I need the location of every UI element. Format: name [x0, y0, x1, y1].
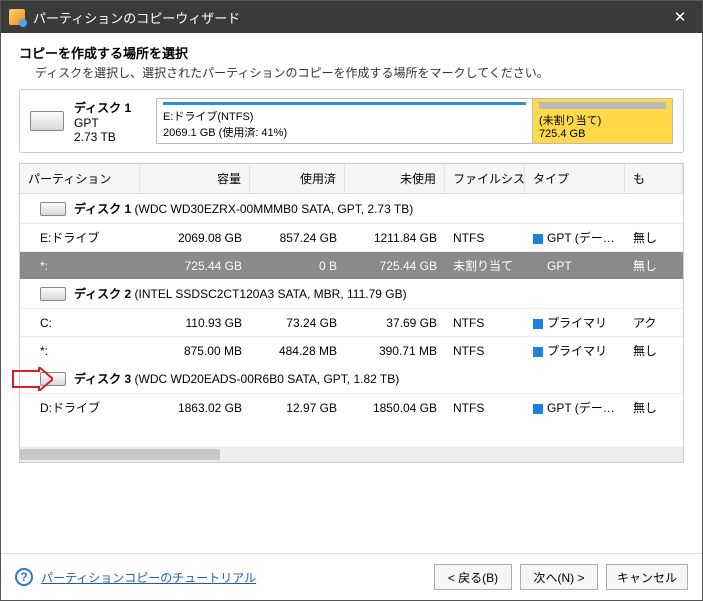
- scrollbar-thumb[interactable]: [20, 449, 220, 460]
- summary-disk-size: 2.73 TB: [74, 130, 146, 144]
- cell-free: 390.71 MB: [345, 344, 445, 358]
- cell-extra: 無し: [625, 257, 683, 274]
- cell-free: 1211.84 GB: [345, 231, 445, 245]
- group-title-bold: ディスク 2: [74, 287, 135, 301]
- partition-row[interactable]: D:ドライブ1863.02 GB12.97 GB1850.04 GBNTFSGP…: [20, 393, 683, 421]
- col-partition[interactable]: パーティション: [20, 164, 140, 193]
- cell-partition: *:: [20, 344, 140, 358]
- cell-capacity: 2069.08 GB: [140, 231, 250, 245]
- group-title-rest: (WDC WD30EZRX-00MMMB0 SATA, GPT, 2.73 TB…: [135, 202, 414, 216]
- cell-filesystem: NTFS: [445, 231, 525, 245]
- segment-detail: 725.4 GB: [539, 128, 666, 140]
- help-icon[interactable]: ?: [15, 568, 33, 586]
- pointer-arrow-icon: [11, 367, 53, 391]
- cell-capacity: 1863.02 GB: [140, 401, 250, 415]
- disk-summary-panel: ディスク 1 GPT 2.73 TB E:ドライブ(NTFS) 2069.1 G…: [19, 89, 684, 153]
- cell-used: 73.24 GB: [250, 316, 345, 330]
- col-extra[interactable]: も: [625, 164, 683, 193]
- summary-disk-scheme: GPT: [74, 116, 146, 130]
- cell-extra: 無し: [625, 229, 683, 246]
- cell-used: 12.97 GB: [250, 401, 345, 415]
- disk-group-header[interactable]: ディスク 2 (INTEL SSDSC2CT120A3 SATA, MBR, 1…: [20, 279, 683, 308]
- cell-type: GPT: [525, 259, 625, 273]
- cell-used: 484.28 MB: [250, 344, 345, 358]
- type-color-icon: [533, 234, 543, 244]
- disk-icon: [40, 287, 66, 301]
- cell-free: 1850.04 GB: [345, 401, 445, 415]
- disk-icon: [40, 202, 66, 216]
- cell-extra: アク: [625, 314, 683, 331]
- page-title: コピーを作成する場所を選択: [19, 43, 684, 62]
- cell-used: 857.24 GB: [250, 231, 345, 245]
- horizontal-scrollbar[interactable]: [20, 447, 683, 462]
- cancel-button[interactable]: キャンセル: [606, 564, 688, 590]
- close-icon[interactable]: ✕: [666, 8, 694, 26]
- disk-group-header[interactable]: ディスク 3 (WDC WD20EADS-00R6B0 SATA, GPT, 1…: [20, 364, 683, 393]
- cell-partition: *:: [20, 259, 140, 273]
- cell-extra: 無し: [625, 399, 683, 416]
- cell-extra: 無し: [625, 342, 683, 359]
- partition-row[interactable]: *:725.44 GB0 B725.44 GB未割り当てGPT無し: [20, 251, 683, 279]
- grid-header: パーティション 容量 使用済 未使用 ファイルシステム タイプ も: [20, 164, 683, 194]
- cell-filesystem: 未割り当て: [445, 257, 525, 274]
- cell-partition: E:ドライブ: [20, 229, 140, 246]
- cell-type: GPT (データ…: [525, 399, 625, 416]
- cell-filesystem: NTFS: [445, 344, 525, 358]
- col-used[interactable]: 使用済: [250, 164, 345, 193]
- back-button[interactable]: < 戻る(B): [434, 564, 512, 590]
- cell-capacity: 725.44 GB: [140, 259, 250, 273]
- cell-capacity: 875.00 MB: [140, 344, 250, 358]
- type-color-icon: [533, 261, 543, 271]
- segment-label: (未割り当て): [539, 112, 666, 128]
- type-color-icon: [533, 319, 543, 329]
- partition-row[interactable]: C:110.93 GB73.24 GB37.69 GBNTFSプライマリアク: [20, 308, 683, 336]
- type-color-icon: [533, 404, 543, 414]
- segment-e-drive[interactable]: E:ドライブ(NTFS) 2069.1 GB (使用済: 41%): [157, 99, 533, 143]
- type-color-icon: [533, 347, 543, 357]
- disk-icon: [30, 111, 64, 131]
- segment-label: E:ドライブ(NTFS): [163, 108, 526, 124]
- cell-used: 0 B: [250, 259, 345, 273]
- cell-partition: D:ドライブ: [20, 399, 140, 416]
- col-free[interactable]: 未使用: [345, 164, 445, 193]
- cell-filesystem: NTFS: [445, 316, 525, 330]
- cell-type: プライマリ: [525, 342, 625, 359]
- cell-free: 37.69 GB: [345, 316, 445, 330]
- next-button[interactable]: 次へ(N) >: [520, 564, 598, 590]
- col-type[interactable]: タイプ: [525, 164, 625, 193]
- app-icon: [9, 9, 25, 25]
- partition-row[interactable]: E:ドライブ2069.08 GB857.24 GB1211.84 GBNTFSG…: [20, 223, 683, 251]
- segment-detail: 2069.1 GB (使用済: 41%): [163, 124, 526, 140]
- window-title: パーティションのコピーウィザード: [33, 8, 240, 27]
- group-title-bold: ディスク 1: [74, 202, 135, 216]
- cell-capacity: 110.93 GB: [140, 316, 250, 330]
- cell-type: プライマリ: [525, 314, 625, 331]
- group-title-bold: ディスク 3: [74, 372, 135, 386]
- cell-free: 725.44 GB: [345, 259, 445, 273]
- summary-disk-name: ディスク 1: [74, 99, 146, 116]
- group-title-rest: (WDC WD20EADS-00R6B0 SATA, GPT, 1.82 TB): [135, 372, 400, 386]
- cell-partition: C:: [20, 316, 140, 330]
- group-title-rest: (INTEL SSDSC2CT120A3 SATA, MBR, 111.79 G…: [135, 287, 407, 301]
- cell-type: GPT (データ…: [525, 229, 625, 246]
- cell-filesystem: NTFS: [445, 401, 525, 415]
- partition-row[interactable]: *:875.00 MB484.28 MB390.71 MBNTFSプライマリ無し: [20, 336, 683, 364]
- col-filesystem[interactable]: ファイルシステム: [445, 164, 525, 193]
- page-subtitle: ディスクを選択し、選択されたパーティションのコピーを作成する場所をマークしてくだ…: [19, 64, 684, 81]
- partition-grid: パーティション 容量 使用済 未使用 ファイルシステム タイプ も ディスク 1…: [19, 163, 684, 463]
- col-capacity[interactable]: 容量: [140, 164, 250, 193]
- tutorial-link[interactable]: パーティションコピーのチュートリアル: [41, 569, 256, 586]
- segment-unallocated[interactable]: (未割り当て) 725.4 GB: [533, 99, 672, 143]
- disk-group-header[interactable]: ディスク 1 (WDC WD30EZRX-00MMMB0 SATA, GPT, …: [20, 194, 683, 223]
